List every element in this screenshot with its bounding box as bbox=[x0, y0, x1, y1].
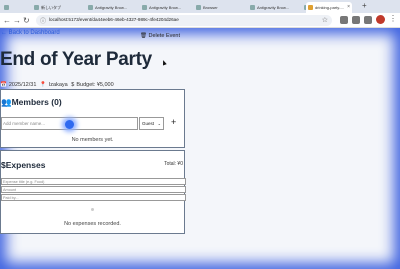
browser-menu-icon[interactable]: ⋮ bbox=[389, 14, 397, 23]
tab-favicon-icon bbox=[196, 5, 201, 10]
add-expense-icon[interactable] bbox=[91, 208, 94, 211]
expenses-empty-state: No expenses recorded. bbox=[64, 221, 121, 227]
expense-amount-input[interactable]: Amount bbox=[1, 186, 186, 193]
tab-label: Antigravity Brow... bbox=[149, 5, 182, 10]
expenses-title: Expenses bbox=[5, 160, 46, 170]
close-tab-icon[interactable]: × bbox=[347, 2, 350, 13]
expenses-heading: $Expenses bbox=[1, 160, 45, 170]
reload-icon[interactable]: ↻ bbox=[23, 15, 30, 26]
trash-icon: 🗑 bbox=[140, 33, 147, 39]
new-tab-button[interactable]: + bbox=[362, 1, 367, 10]
members-card: 👥Members (0) Add member name... Guest ⌄ … bbox=[0, 89, 185, 148]
forward-icon[interactable]: → bbox=[13, 15, 21, 26]
browser-toolbar: ← → ↻ ⓘ localhost:5173/event/da44eeb6-46… bbox=[0, 13, 400, 28]
event-meta: 📅 2025/12/31 📍 Izakaya $ Budget: ¥5,000 bbox=[0, 82, 116, 88]
delete-event-button[interactable]: 🗑 Delete Event bbox=[140, 33, 180, 39]
back-to-dashboard-link[interactable]: ← Back to Dashboard bbox=[1, 30, 60, 36]
app-viewport: ← Back to Dashboard 🗑 Delete Event End o… bbox=[0, 28, 400, 269]
browser-tab[interactable]: Antigravity Brow... bbox=[86, 2, 138, 13]
site-info-icon[interactable]: ⓘ bbox=[40, 16, 46, 25]
tab-favicon-icon bbox=[142, 5, 147, 10]
browser-tab[interactable]: Browser bbox=[194, 2, 246, 13]
tab-favicon-icon bbox=[34, 5, 39, 10]
tab-label: Antigravity Brow... bbox=[257, 5, 290, 10]
tab-favicon-icon bbox=[4, 5, 9, 10]
add-member-button[interactable]: + bbox=[171, 117, 176, 127]
browser-tab[interactable] bbox=[2, 2, 30, 13]
profile-avatar[interactable] bbox=[376, 15, 385, 24]
users-icon: 👥 bbox=[1, 97, 12, 107]
click-indicator bbox=[65, 120, 74, 129]
event-location: Izakaya bbox=[48, 82, 68, 88]
mouse-cursor bbox=[161, 59, 167, 66]
calendar-icon: 📅 bbox=[0, 82, 7, 88]
location-pin-icon: 📍 bbox=[39, 82, 47, 88]
sidebar-icon[interactable] bbox=[364, 16, 372, 24]
event-date: 2025/12/31 bbox=[8, 82, 37, 88]
browser-tab[interactable]: 新しいタブ bbox=[32, 2, 84, 13]
browser-tab[interactable]: Antigravity Brow... bbox=[248, 2, 300, 13]
chevron-down-icon: ⌄ bbox=[157, 121, 161, 126]
extension-icon[interactable] bbox=[352, 16, 360, 24]
role-select-value: Guest bbox=[142, 121, 155, 126]
event-budget: Budget: ¥5,000 bbox=[76, 82, 114, 88]
tab-label: Browser bbox=[203, 5, 218, 10]
tab-favicon-icon bbox=[88, 5, 93, 10]
address-bar[interactable]: ⓘ localhost:5173/event/da44eeb6-46eb-432… bbox=[36, 15, 332, 26]
members-heading: 👥Members (0) bbox=[1, 97, 62, 108]
back-link-label: Back to Dashboard bbox=[8, 30, 60, 36]
bookmark-star-icon[interactable]: ☆ bbox=[322, 16, 328, 24]
members-title: Members (0) bbox=[11, 97, 62, 107]
tab-favicon-icon bbox=[308, 5, 313, 10]
browser-tab[interactable]: Antigravity Brow... bbox=[140, 2, 192, 13]
page-title: End of Year Party bbox=[0, 49, 152, 70]
back-icon[interactable]: ← bbox=[3, 15, 11, 26]
tab-label: 新しいタブ bbox=[41, 5, 61, 10]
expense-paid-by-select[interactable]: Paid by... bbox=[1, 194, 186, 201]
tab-favicon-icon bbox=[250, 5, 255, 10]
expenses-total: Total: ¥0 bbox=[164, 161, 183, 167]
expense-title-input[interactable]: Expense title (e.g. Food) bbox=[1, 178, 186, 185]
arrow-left-icon: ← bbox=[1, 30, 7, 36]
tab-label: drinking-party-... bbox=[315, 5, 344, 10]
browser-tab-strip: 新しいタブ Antigravity Brow... Antigravity Br… bbox=[0, 0, 400, 13]
member-role-select[interactable]: Guest ⌄ bbox=[139, 117, 164, 130]
browser-tab-active[interactable]: drinking-party-... × bbox=[306, 2, 352, 13]
tab-label: Antigravity Brow... bbox=[95, 5, 128, 10]
url-text[interactable]: localhost:5173/event/da44eeb6-46eb-4327-… bbox=[49, 17, 179, 22]
expenses-card: $Expenses Total: ¥0 Expense title (e.g. … bbox=[0, 150, 186, 234]
extension-icon[interactable] bbox=[340, 16, 348, 24]
dollar-icon: $ bbox=[71, 82, 75, 88]
delete-event-label: Delete Event bbox=[148, 33, 181, 39]
members-empty-state: No members yet. bbox=[71, 137, 114, 143]
